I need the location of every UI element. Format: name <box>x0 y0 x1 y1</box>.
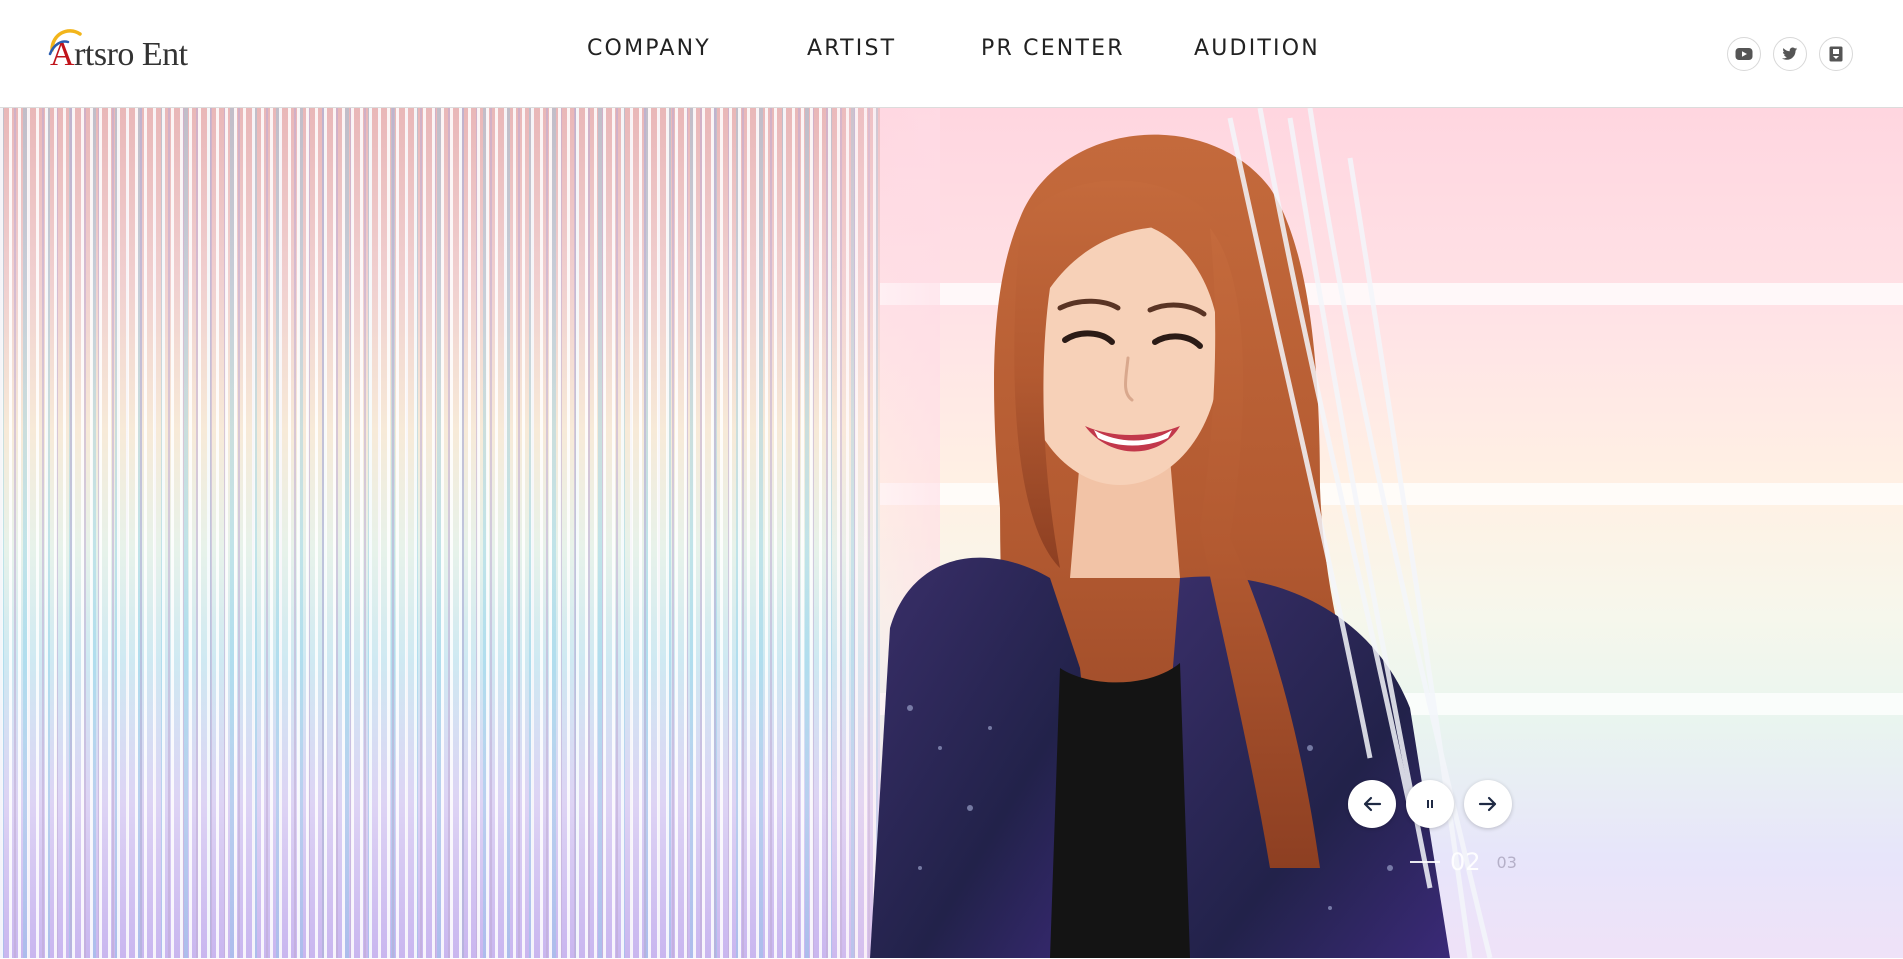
artist-photo <box>870 108 1493 958</box>
logo-initial: A <box>50 36 75 73</box>
tinsel-curtain <box>0 108 900 958</box>
slide-counter: 02 03 <box>1410 848 1517 876</box>
nav-pr-center[interactable]: PR CENTER <box>981 36 1125 61</box>
blog-button[interactable] <box>1819 37 1853 71</box>
nav-artist[interactable]: ARTIST <box>807 36 896 61</box>
twitter-icon <box>1782 47 1798 60</box>
blog-icon <box>1829 46 1843 62</box>
slide-next: 03 <box>1496 852 1517 872</box>
logo-text: Artsro Ent <box>50 36 188 74</box>
pause-icon <box>1427 800 1433 808</box>
logo[interactable]: Artsro Ent <box>46 24 216 76</box>
youtube-icon <box>1735 48 1753 60</box>
arrow-right-icon <box>1478 796 1497 812</box>
twitter-button[interactable] <box>1773 37 1807 71</box>
pause-slide-button[interactable] <box>1406 780 1454 828</box>
nav-audition[interactable]: AUDITION <box>1194 36 1320 61</box>
counter-line <box>1410 861 1440 863</box>
prev-slide-button[interactable] <box>1348 780 1396 828</box>
logo-rest: rtsro Ent <box>74 36 188 73</box>
next-slide-button[interactable] <box>1464 780 1512 828</box>
arrow-left-icon <box>1363 796 1382 812</box>
slide-current: 02 <box>1450 848 1481 876</box>
site-header: Artsro Ent COMPANY ARTIST PR CENTER AUDI… <box>0 0 1903 108</box>
nav-company[interactable]: COMPANY <box>587 36 711 61</box>
youtube-button[interactable] <box>1727 37 1761 71</box>
hero-slider: 02 03 <box>0 108 1903 958</box>
